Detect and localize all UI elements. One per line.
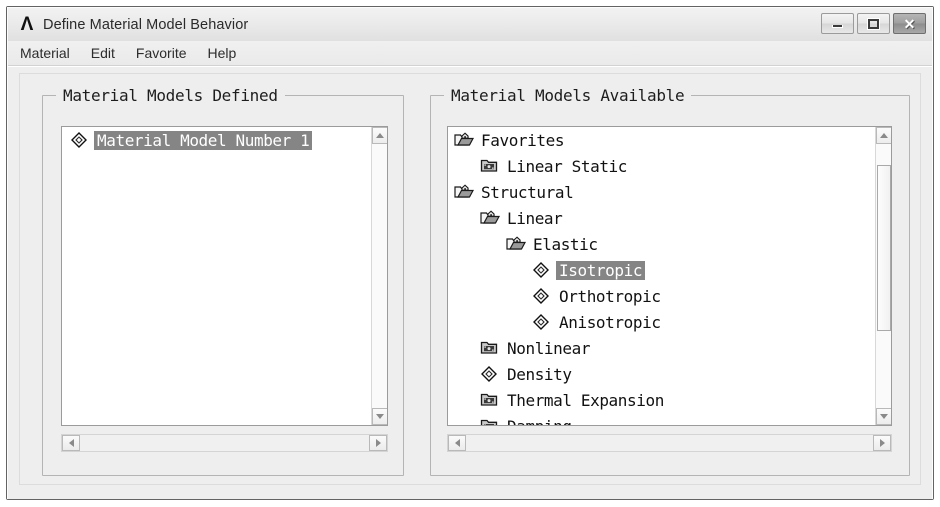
available-scroll-up-button[interactable] — [876, 127, 891, 144]
group-material-models-defined: Material Models Defined Material Model N… — [42, 86, 404, 476]
minimize-button[interactable] — [821, 13, 854, 34]
minimize-icon — [832, 25, 843, 28]
tree-item-label: Density — [507, 364, 572, 384]
tree-item[interactable]: Anisotropic — [448, 309, 875, 335]
group-title-defined: Material Models Defined — [56, 86, 285, 105]
tree-item-label: Elastic — [533, 234, 598, 254]
group-material-models-available: Material Models Available Favorites Linea… — [430, 86, 910, 476]
tree-item[interactable]: Linear — [448, 205, 875, 231]
menu-item-favorite[interactable]: Favorite — [136, 43, 198, 63]
diamond-icon — [70, 131, 90, 149]
menu-item-material[interactable]: Material — [20, 43, 81, 63]
tree-item-label: Anisotropic — [559, 312, 661, 332]
available-hscroll-track[interactable] — [466, 435, 873, 451]
folder-closed-icon — [480, 417, 500, 425]
tree-item-label: Linear Static — [507, 156, 628, 176]
defined-scroll-down-button[interactable] — [372, 408, 387, 425]
available-scroll-left-button[interactable] — [448, 435, 466, 451]
tree-item[interactable]: Density — [448, 361, 875, 387]
available-scroll-down-button[interactable] — [876, 408, 891, 425]
tree-item-selected[interactable]: Material Model Number 1 — [62, 127, 371, 153]
tree-item-label: Linear — [507, 208, 563, 228]
folder-open-icon — [454, 183, 474, 201]
tree-item[interactable]: Favorites — [448, 127, 875, 153]
tree-item[interactable]: Linear Static — [448, 153, 875, 179]
window-controls: ✕ — [821, 13, 926, 34]
available-tree-pane[interactable]: Favorites Linear Static Structural Linear El… — [447, 126, 892, 426]
tree-item[interactable]: Orthotropic — [448, 283, 875, 309]
menu-item-edit[interactable]: Edit — [91, 43, 126, 63]
group-title-available: Material Models Available — [444, 86, 692, 105]
tree-item-selected[interactable]: Isotropic — [448, 257, 875, 283]
maximize-button[interactable] — [857, 13, 890, 34]
tree-item[interactable]: Structural — [448, 179, 875, 205]
defined-list-pane[interactable]: Material Model Number 1 — [61, 126, 388, 426]
chevron-up-icon — [376, 133, 384, 138]
folder-closed-icon — [480, 391, 500, 409]
defined-scroll-left-button[interactable] — [62, 435, 80, 451]
dialog-client-area: Material Models Defined Material Model N… — [8, 66, 932, 499]
defined-hscroll-track[interactable] — [80, 435, 369, 451]
chevron-down-icon — [376, 414, 384, 419]
window-title: Define Material Model Behavior — [43, 16, 249, 33]
available-horizontal-scrollbar[interactable] — [447, 434, 892, 452]
close-icon: ✕ — [903, 15, 916, 32]
folder-closed-icon — [480, 339, 500, 357]
diamond-icon — [532, 261, 552, 279]
folder-open-icon — [454, 131, 474, 149]
defined-scroll-right-button[interactable] — [369, 435, 387, 451]
available-vscroll-track[interactable] — [876, 144, 891, 408]
tree-item-label: Nonlinear — [507, 338, 591, 358]
diamond-icon — [532, 287, 552, 305]
folder-open-icon — [480, 209, 500, 227]
defined-scroll-up-button[interactable] — [372, 127, 387, 144]
diamond-icon — [480, 365, 500, 383]
available-scroll-right-button[interactable] — [873, 435, 891, 451]
close-button[interactable]: ✕ — [893, 13, 926, 34]
folder-open-icon — [506, 235, 526, 253]
available-vertical-scrollbar[interactable] — [875, 127, 891, 425]
title-bar[interactable]: Λ Define Material Model Behavior ✕ — [8, 8, 932, 41]
defined-vertical-scrollbar[interactable] — [371, 127, 387, 425]
menu-item-help[interactable]: Help — [208, 43, 248, 63]
available-tree[interactable]: Favorites Linear Static Structural Linear El… — [448, 127, 875, 425]
folder-closed-icon — [480, 157, 500, 175]
dialog-window: Λ Define Material Model Behavior ✕ Mater… — [6, 6, 934, 500]
tree-item-label: Structural — [481, 182, 574, 202]
chevron-down-icon — [880, 414, 888, 419]
tree-item-label: Material Model Number 1 — [94, 130, 313, 150]
diamond-icon — [532, 313, 552, 331]
tree-item-label: Damping — [504, 417, 575, 426]
tree-item[interactable]: Thermal Expansion — [448, 387, 875, 413]
chevron-right-icon — [375, 439, 381, 447]
chevron-right-icon — [879, 439, 885, 447]
tree-item[interactable]: Damping — [448, 413, 875, 425]
tree-item-label: Orthotropic — [559, 286, 661, 306]
client-plate: Material Models Defined Material Model N… — [19, 73, 921, 485]
tree-item-label: Isotropic — [556, 260, 646, 280]
chevron-left-icon — [68, 439, 74, 447]
tree-item-label: Favorites — [481, 130, 565, 150]
available-vscroll-thumb[interactable] — [877, 165, 891, 332]
defined-horizontal-scrollbar[interactable] — [61, 434, 388, 452]
chevron-up-icon — [880, 133, 888, 138]
defined-list[interactable]: Material Model Number 1 — [62, 127, 371, 425]
tree-item[interactable]: Nonlinear — [448, 335, 875, 361]
defined-vscroll-track[interactable] — [372, 144, 387, 408]
ansys-lambda-icon: Λ — [20, 14, 34, 35]
menu-bar: Material Edit Favorite Help — [8, 41, 932, 66]
tree-item[interactable]: Elastic — [448, 231, 875, 257]
maximize-icon — [868, 18, 879, 29]
tree-item-label: Thermal Expansion — [507, 390, 664, 410]
chevron-left-icon — [454, 439, 460, 447]
